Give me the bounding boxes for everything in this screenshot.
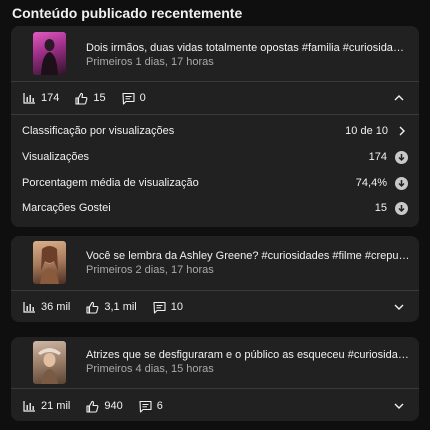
video-title[interactable]: Atrizes que se desfiguraram e o público … (86, 349, 410, 361)
detail-value: 10 de 10 (345, 125, 388, 137)
likes-count: 940 (104, 400, 123, 412)
comments-stat: 10 (153, 301, 183, 314)
views-stat: 36 mil (23, 301, 70, 313)
video-card-3[interactable]: Atrizes que se desfiguraram e o público … (11, 337, 419, 421)
thumbs-up-icon (86, 400, 99, 413)
likes-count: 15 (93, 92, 106, 104)
video-title[interactable]: Dois irmãos, duas vidas totalmente opost… (86, 42, 410, 54)
chevron-down-icon[interactable] (393, 400, 405, 412)
views-count: 36 mil (41, 301, 71, 313)
divider (11, 290, 419, 291)
video-title[interactable]: Você se lembra da Ashley Greene? #curios… (86, 250, 410, 262)
video-stats: 36 mil 3,1 mil 10 (23, 300, 199, 314)
bar-chart-icon (23, 302, 35, 313)
video-thumbnail[interactable] (33, 32, 66, 75)
detail-label: Porcentagem média de visualização (22, 177, 199, 189)
video-thumbnail[interactable] (33, 341, 66, 384)
views-count: 174 (41, 92, 60, 104)
video-thumbnail[interactable] (33, 241, 66, 284)
chevron-down-icon[interactable] (393, 301, 405, 313)
detail-label: Classificação por visualizações (22, 125, 175, 137)
video-stats: 174 15 0 (23, 91, 162, 105)
person-silhouette-icon (41, 39, 58, 75)
divider (11, 81, 419, 82)
chevron-right-icon[interactable] (396, 125, 408, 137)
detail-row-avg-watch: Porcentagem média de visualização 74,4% (22, 176, 408, 190)
views-stat: 174 (23, 92, 59, 104)
thumbs-up-icon (75, 92, 88, 105)
bar-chart-icon (23, 93, 35, 104)
views-stat: 21 mil (23, 400, 70, 412)
detail-label: Visualizações (22, 151, 90, 163)
video-card-1[interactable]: Dois irmãos, duas vidas totalmente opost… (11, 26, 419, 227)
download-circle-icon[interactable] (395, 150, 408, 164)
detail-row-ranking[interactable]: Classificação por visualizações 10 de 10 (22, 124, 408, 138)
bar-chart-icon (23, 401, 35, 412)
comments-stat: 0 (122, 92, 146, 105)
person-silhouette-icon (38, 348, 61, 384)
comment-icon (153, 301, 166, 314)
comments-count: 6 (156, 400, 163, 412)
divider (11, 114, 419, 115)
comment-icon (122, 92, 135, 105)
section-title: Conteúdo publicado recentemente (12, 5, 243, 21)
detail-label: Marcações Gostei (22, 202, 111, 214)
detail-value: 74,4% (355, 177, 387, 189)
divider (11, 388, 419, 389)
comments-count: 0 (139, 92, 146, 104)
thumbs-up-icon (86, 301, 99, 314)
detail-value: 174 (368, 151, 387, 163)
views-count: 21 mil (41, 400, 71, 412)
likes-stat: 15 (75, 92, 106, 105)
video-subtitle: Primeiros 1 dias, 17 horas (86, 56, 214, 68)
comments-count: 10 (170, 301, 183, 313)
detail-value: 15 (374, 202, 387, 214)
video-stats: 21 mil 940 6 (23, 399, 179, 413)
video-subtitle: Primeiros 2 dias, 17 horas (86, 264, 214, 276)
likes-count: 3,1 mil (104, 301, 137, 313)
comments-stat: 6 (139, 400, 163, 413)
likes-stat: 940 (86, 400, 123, 413)
likes-stat: 3,1 mil (86, 301, 137, 314)
detail-row-views: Visualizações 174 (22, 150, 408, 164)
download-circle-icon[interactable] (395, 201, 408, 215)
detail-row-likes: Marcações Gostei 15 (22, 201, 408, 215)
download-circle-icon[interactable] (395, 176, 408, 190)
video-card-2[interactable]: Você se lembra da Ashley Greene? #curios… (11, 236, 419, 322)
chevron-up-icon[interactable] (393, 92, 405, 104)
video-subtitle: Primeiros 4 dias, 15 horas (86, 363, 214, 375)
comment-icon (139, 400, 152, 413)
person-silhouette-icon (40, 246, 59, 284)
